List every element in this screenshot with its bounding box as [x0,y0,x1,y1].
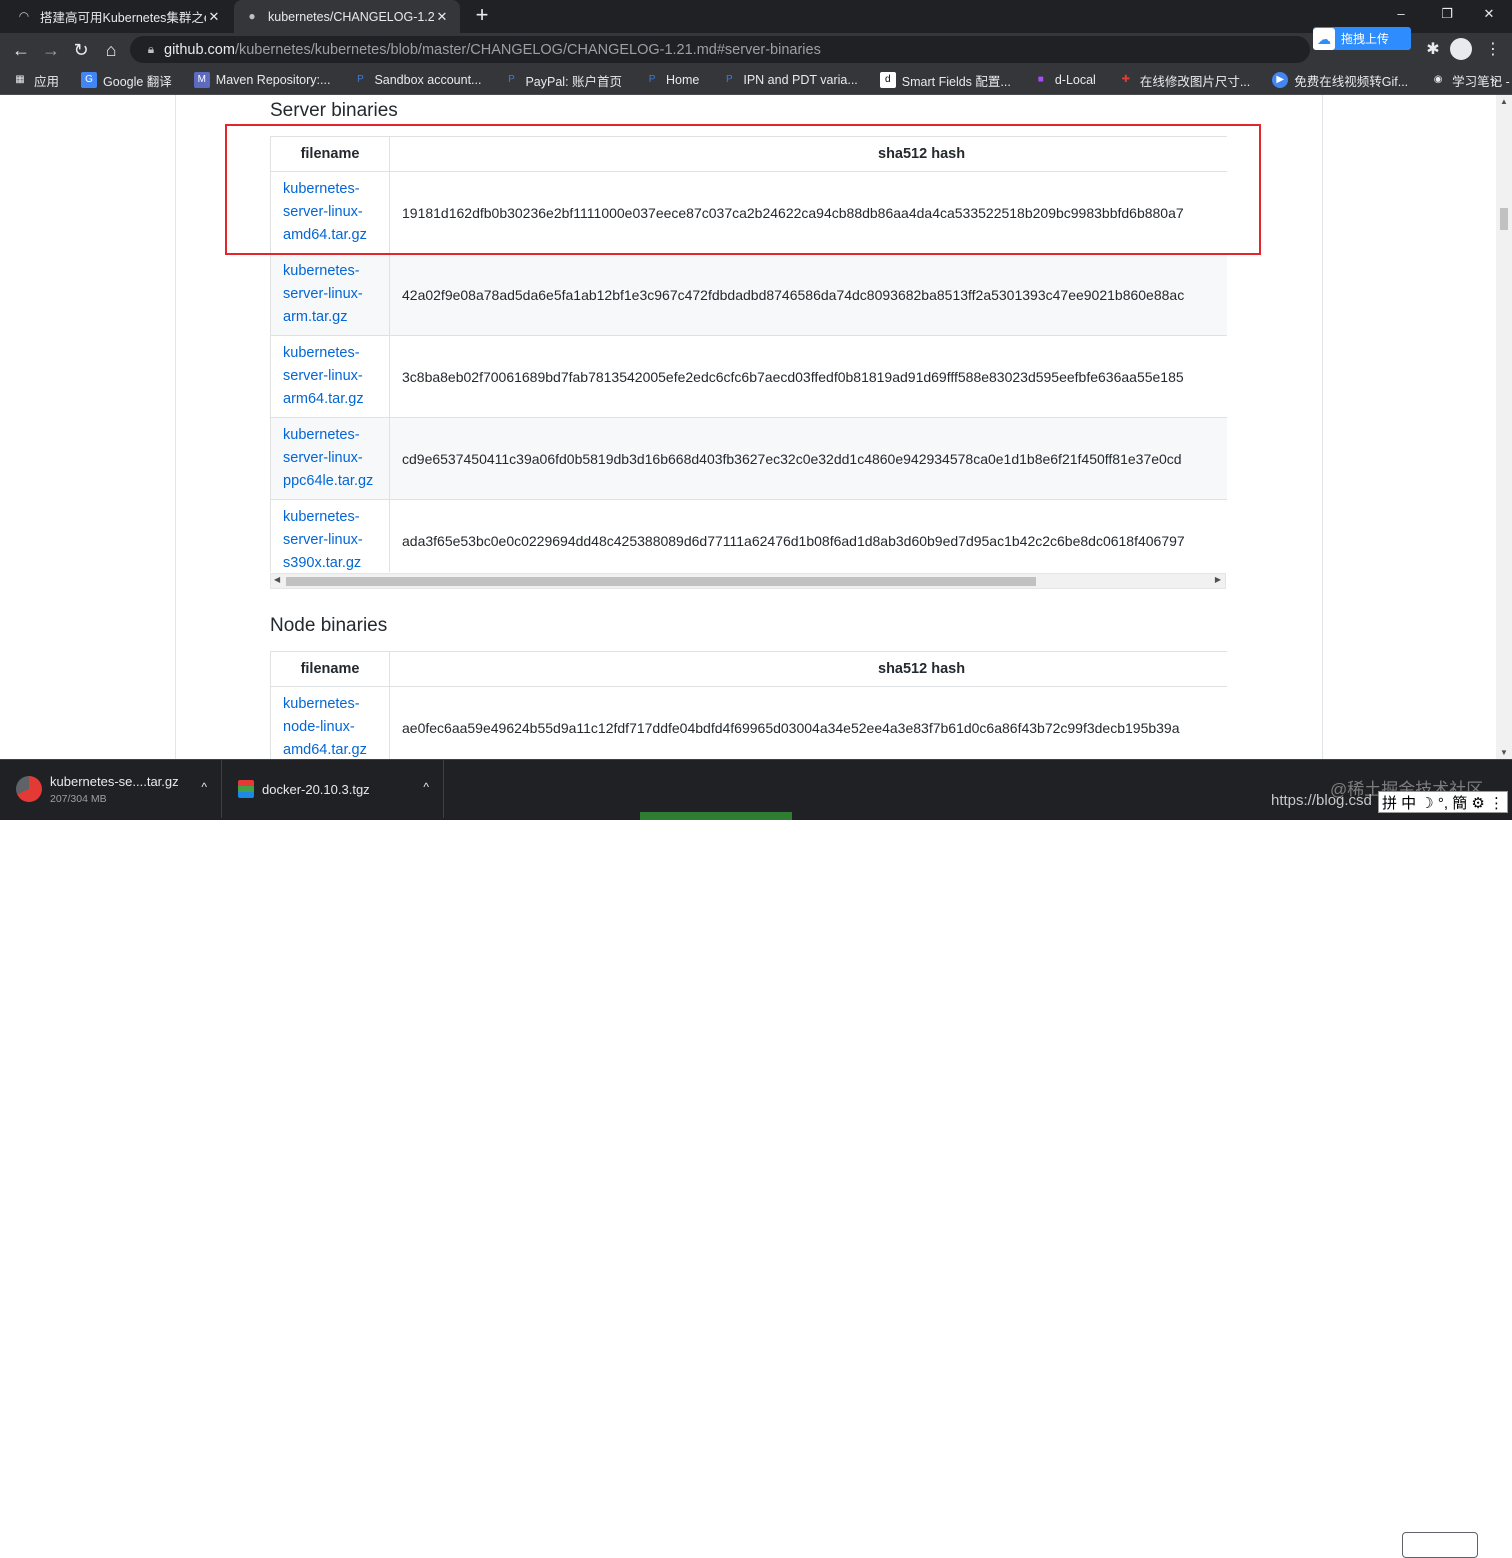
file-link[interactable]: kubernetes-node-linux-amd64.tar.gz [270,686,390,759]
download-status: 207/304 MB [50,792,107,805]
bookmark-smart-fields[interactable]: d Smart Fields 配置... [879,71,1011,90]
download-shelf: kubernetes-se....tar.gz 207/304 MB ^ doc… [0,759,1512,1558]
chevron-up-icon[interactable]: ^ [423,780,429,794]
github-favicon-icon: ● [248,8,256,23]
paypal-icon: P [648,74,656,85]
d-local-icon: ■ [1037,74,1044,85]
bookmarks-overflow-button[interactable]: » [1491,72,1498,87]
back-button[interactable]: ← [8,37,34,63]
close-window-button[interactable]: ✕ [1466,0,1512,30]
bookmark-apps[interactable]: ▦ 应用 [12,71,59,90]
address-bar[interactable]: 🔒︎ github.com/kubernetes/kubernetes/blob… [130,36,1310,63]
tab-close-icon[interactable]: ✕ [434,9,450,25]
bookmark-paypal-home[interactable]: P PayPal: 账户首页 [503,71,622,90]
minimize-button[interactable]: – [1378,0,1424,30]
baidu-upload-button[interactable]: ☁ 拖拽上传 [1313,27,1411,50]
chevron-up-icon[interactable]: ^ [201,780,207,794]
node-binaries-table: filename sha512 hash kubernetes-node-lin… [270,651,1227,759]
new-tab-button[interactable]: + [470,4,494,28]
tab-changelog[interactable]: ● kubernetes/CHANGELOG-1.21 ✕ [234,0,460,33]
table-row: kubernetes-node-linux-amd64.tar.gz ae0fe… [270,686,1227,759]
table-row: kubernetes-server-linux-arm64.tar.gz 3c8… [270,335,1227,418]
cloud-icon: ☁ [1313,27,1335,50]
file-link[interactable]: kubernetes-server-linux-arm64.tar.gz [270,335,390,418]
scroll-up-arrow-icon[interactable]: ▲ [1500,97,1508,106]
download-item-docker[interactable]: docker-20.10.3.tgz ^ [222,760,444,818]
url-text[interactable]: github.com/kubernetes/kubernetes/blob/ma… [164,42,821,58]
apps-grid-icon: ▦ [15,74,25,85]
video-gif-icon: ▶ [1272,72,1289,88]
page-viewport: Server binaries filename sha512 hash kub… [0,95,1496,759]
maven-icon: M [193,72,210,88]
browser-toolbar: ← → ↻ ⌂ 🔒︎ github.com/kubernetes/kuberne… [0,33,1512,66]
table-row: kubernetes-server-linux-s390x.tar.gz ada… [270,499,1227,572]
hash-value: ae0fec6aa59e49624b55d9a11c12fdf717ddfe04… [389,686,1227,759]
profile-avatar[interactable] [1450,38,1472,60]
bookmark-video-gif[interactable]: ▶ 免费在线视频转Gif... [1272,71,1408,90]
scroll-down-arrow-icon[interactable]: ▼ [1500,748,1508,757]
tab-close-icon[interactable]: ✕ [206,9,222,25]
lock-icon: 🔒︎ [147,42,155,56]
reload-button[interactable]: ↻ [68,37,94,63]
hash-value: cd9e6537450411c39a06fd0b5819db3d16b668d4… [389,417,1227,500]
menu-kebab-icon[interactable]: ⋮ [1480,37,1506,63]
tab-title: 搭建高可用Kubernetes集群之etc [40,11,206,25]
file-link[interactable]: kubernetes-server-linux-s390x.tar.gz [270,499,390,572]
google-translate-icon: G [81,72,98,88]
table-row: kubernetes-server-linux-arm.tar.gz 42a02… [270,253,1227,336]
paypal-icon: P [357,74,364,85]
scrollbar-thumb[interactable] [1500,208,1508,230]
tab-etcd[interactable]: ◠ 搭建高可用Kubernetes集群之etc ✕ [6,0,232,33]
node-table-wrapper[interactable]: filename sha512 hash kubernetes-node-lin… [270,651,1227,759]
restore-button[interactable]: ❐ [1424,0,1470,30]
table-row: kubernetes-server-linux-ppc64le.tar.gz c… [270,417,1227,500]
bookmarks-bar: ▦ 应用 G Google 翻译 M Maven Repository:... P Sa… [0,66,1512,95]
image-tool-icon: ✚ [1121,74,1131,85]
bookmark-maven[interactable]: M Maven Repository:... [193,72,330,88]
hash-value: ada3f65e53bc0e0c0229694dd48c425388089d6d… [389,499,1227,572]
red-highlight-annotation [225,124,1261,255]
file-link[interactable]: kubernetes-server-linux-ppc64le.tar.gz [270,417,390,500]
hash-column-header: sha512 hash [389,651,1227,687]
bookmark-google-translate[interactable]: G Google 翻译 [81,71,172,90]
page-vertical-scrollbar[interactable]: ▲ ▼ [1496,95,1512,759]
download-item-kubernetes[interactable]: kubernetes-se....tar.gz 207/304 MB ^ [0,760,222,818]
scroll-right-arrow-icon[interactable]: ▶ [1215,575,1221,584]
forward-button[interactable]: → [38,37,64,63]
ime-toolbar[interactable]: 拼 中 ☽ °, 簡 ⚙ ⋮ [1378,791,1508,813]
extensions-puzzle-icon[interactable]: ✱ [1420,37,1446,63]
table-horizontal-scrollbar[interactable]: ◀ ▶ [270,573,1226,589]
bookmark-study-notes[interactable]: ◉学习笔记 - Java学... [1430,71,1512,90]
baidu-upload-label: 拖拽上传 [1341,32,1390,46]
archive-file-icon [238,780,254,798]
bookmark-d-local[interactable]: ■ d-Local [1033,72,1096,88]
github-icon: ◉ [1433,74,1443,85]
hash-value: 42a02f9e08a78ad5da6e5fa1ab12bf1e3c967c47… [389,253,1227,336]
show-all-downloads-button[interactable] [1402,1532,1478,1558]
bookmark-image-resize[interactable]: ✚ 在线修改图片尺寸... [1118,71,1251,90]
paypal-icon: P [726,74,733,85]
scroll-left-arrow-icon[interactable]: ◀ [274,575,280,584]
filename-column-header: filename [270,651,390,687]
hash-value: 3c8ba8eb02f70061689bd7fab7813542005efe2e… [389,335,1227,418]
paypal-icon: P [508,74,515,85]
bookmark-home[interactable]: P Home [644,72,700,88]
tab-title: kubernetes/CHANGELOG-1.21 [268,9,434,24]
server-binaries-heading: Server binaries [270,100,398,121]
download-filename: docker-20.10.3.tgz [262,781,370,797]
download-progress-icon [16,776,42,802]
url-watermark: https://blog.csd [1271,792,1372,809]
bookmark-sandbox[interactable]: P Sandbox account... [352,72,481,88]
file-link[interactable]: kubernetes-server-linux-arm.tar.gz [270,253,390,336]
download-filename: kubernetes-se....tar.gz [50,773,179,789]
tab-strip: ◠ 搭建高可用Kubernetes集群之etc ✕ ● kubernetes/C… [0,0,1512,33]
taskbar-progress-indicator [640,812,792,820]
bookmark-ipn[interactable]: P IPN and PDT varia... [721,72,858,88]
scrollbar-thumb[interactable] [286,577,1036,586]
d-icon: d [879,72,896,88]
loading-favicon-icon: ◠ [18,8,30,23]
home-button[interactable]: ⌂ [98,37,124,63]
node-binaries-heading: Node binaries [270,615,388,636]
